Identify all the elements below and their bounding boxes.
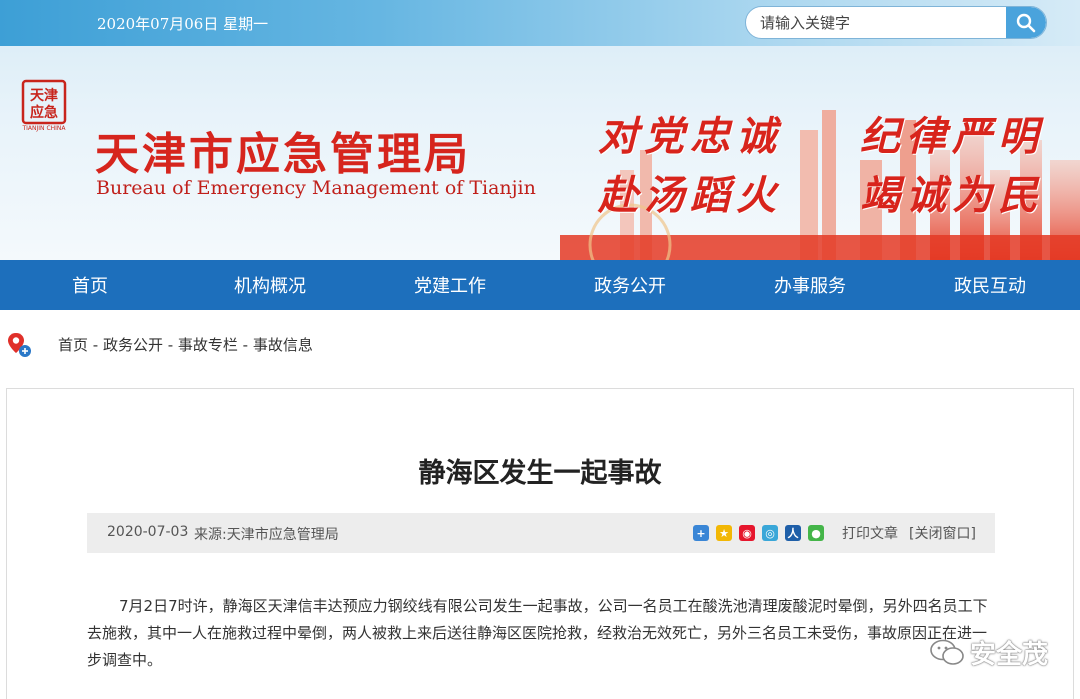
wechat-watermark: 安全茂: [930, 634, 1048, 671]
svg-text:应急: 应急: [30, 104, 58, 121]
search-input[interactable]: [746, 7, 1008, 38]
print-article-link[interactable]: 打印文章: [842, 523, 898, 543]
breadcrumb-bar: 首页 - 政务公开 - 事故专栏 - 事故信息: [0, 326, 1080, 362]
wechat-logo-icon: [930, 639, 964, 665]
share-toolbar: + ★ ◉ ◎ 人 ●: [693, 525, 824, 541]
site-title: 天津市应急管理局: [95, 129, 471, 180]
article-panel: 静海区发生一起事故 2020-07-03 来源:天津市应急管理局 + ★ ◉ ◎…: [6, 388, 1074, 699]
location-pin-icon: [8, 333, 31, 357]
more-share-icon[interactable]: +: [693, 525, 709, 541]
nav-item-services[interactable]: 办事服务: [720, 260, 900, 310]
search-box: [745, 6, 1047, 39]
article-source: 来源:天津市应急管理局: [194, 527, 339, 543]
current-date: 2020年07月06日 星期一: [97, 15, 269, 33]
site-header: 2020年07月06日 星期一 请输入关键字 天津 应急 TIANJIN CHI…: [0, 0, 1080, 260]
nav-item-about[interactable]: 机构概况: [180, 260, 360, 310]
svg-text:TIANJIN CHINA: TIANJIN CHINA: [21, 125, 66, 132]
nav-item-interaction[interactable]: 政民互动: [900, 260, 1080, 310]
bureau-logo: 天津 应急 TIANJIN CHINA: [20, 78, 68, 132]
article-title: 静海区发生一起事故: [418, 458, 662, 489]
wechat-icon[interactable]: ●: [808, 525, 824, 541]
svg-text:天津: 天津: [30, 87, 58, 104]
site-subtitle: Bureau of Emergency Management of Tianji…: [96, 177, 536, 199]
close-window-link[interactable]: [关闭窗口]: [909, 523, 976, 543]
nav-item-home[interactable]: 首页: [0, 260, 180, 310]
watermark-text: 安全茂: [970, 640, 1049, 670]
qzone-icon[interactable]: ★: [716, 525, 732, 541]
search-button[interactable]: [1006, 7, 1046, 38]
article-body: 7月2日7时许，静海区天津信丰达预应力钢绞线有限公司发生一起事故，公司一名员工在…: [87, 597, 988, 669]
search-icon: [1016, 13, 1036, 32]
nav-item-party-building[interactable]: 党建工作: [360, 260, 540, 310]
slogan-1: 对党忠诚: [598, 113, 782, 160]
slogan-3: 赴汤蹈火: [598, 172, 782, 219]
article-meta-bar: 2020-07-03 来源:天津市应急管理局 + ★ ◉ ◎ 人 ● 打印文章 …: [87, 513, 995, 553]
main-nav: 首页 机构概况 党建工作 政务公开 办事服务 政民互动: [0, 260, 1080, 310]
slogan-4: 竭诚为民: [860, 172, 1044, 219]
article-date: 2020-07-03: [107, 524, 189, 540]
weibo-icon[interactable]: ◉: [739, 525, 755, 541]
slogan-2: 纪律严明: [860, 113, 1044, 160]
breadcrumb[interactable]: 首页 - 政务公开 - 事故专栏 - 事故信息: [58, 334, 313, 355]
renren-icon[interactable]: 人: [785, 525, 801, 541]
tencent-weibo-icon[interactable]: ◎: [762, 525, 778, 541]
nav-item-government-affairs[interactable]: 政务公开: [540, 260, 720, 310]
